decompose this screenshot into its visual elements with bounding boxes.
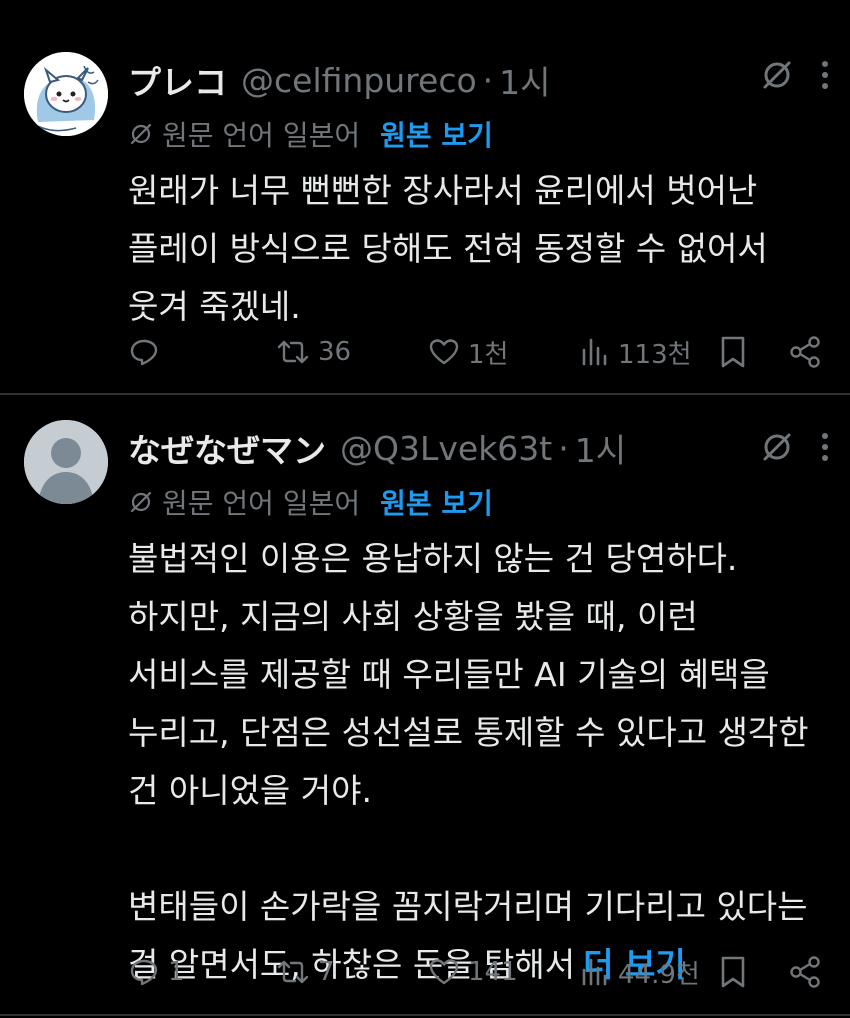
- tweet-text-line: 불법적인 이용은 용납하지 않는 건 당연하다.: [128, 539, 738, 578]
- action-bar: 1 7 141 44.9천: [128, 952, 830, 992]
- bookmark-icon: [718, 955, 748, 989]
- retweet-icon: [276, 956, 310, 988]
- like-button[interactable]: 141: [428, 952, 518, 992]
- timestamp[interactable]: 1시: [575, 424, 626, 472]
- translate-icon: [128, 489, 154, 515]
- retweet-button[interactable]: 7: [276, 952, 335, 992]
- share-button[interactable]: [788, 952, 822, 992]
- bookmark-button[interactable]: [718, 952, 748, 992]
- grok-icon[interactable]: [760, 430, 794, 464]
- analytics-icon: [580, 956, 610, 988]
- separator-dot: ·: [558, 428, 569, 468]
- more-options-icon[interactable]: [820, 430, 830, 464]
- tweet-text-line: 서비스를 제공할 때 우리들만 AI 기술의 혜택을: [128, 655, 770, 694]
- like-count: 141: [468, 957, 518, 987]
- tweet-text-line: 하지만, 지금의 사회 상황을 봤을 때, 이런: [128, 597, 698, 636]
- avatar[interactable]: [24, 420, 108, 504]
- share-icon: [788, 955, 822, 989]
- tweet-text-line: 누리고, 단점은 성선설로 통제할 수 있다고 생각한: [128, 713, 809, 752]
- tweet-text-line: 변태들이 손가락을 꼼지락거리며 기다리고 있다는: [128, 887, 808, 926]
- tweet-text: 불법적인 이용은 용납하지 않는 건 당연하다. 하지만, 지금의 사회 상황을…: [128, 530, 828, 994]
- display-name[interactable]: なぜなぜマン: [128, 424, 326, 472]
- tweet-header: なぜなぜマン @Q3Lvek63t · 1시: [128, 420, 850, 476]
- tweet-text-line: 건 아니었을 거야.: [128, 771, 372, 810]
- user-handle[interactable]: @Q3Lvek63t: [340, 429, 552, 468]
- reply-count: 1: [168, 957, 185, 987]
- reply-icon: [128, 956, 160, 988]
- show-original-link[interactable]: 원본 보기: [380, 482, 493, 522]
- reply-button[interactable]: 1: [128, 952, 185, 992]
- views-button[interactable]: 44.9천: [580, 952, 700, 992]
- tweet-divider: [0, 1014, 850, 1016]
- default-avatar-icon: [24, 420, 108, 504]
- retweet-count: 7: [318, 957, 335, 987]
- heart-icon: [428, 956, 460, 988]
- tweet[interactable]: なぜなぜマン @Q3Lvek63t · 1시 원문 언어 일본어 원본 보기 불…: [0, 0, 850, 990]
- header-actions: [760, 430, 830, 464]
- source-language-note: 원문 언어 일본어: [162, 487, 361, 520]
- view-count: 44.9천: [618, 959, 700, 990]
- translation-notice: 원문 언어 일본어 원본 보기: [128, 478, 850, 526]
